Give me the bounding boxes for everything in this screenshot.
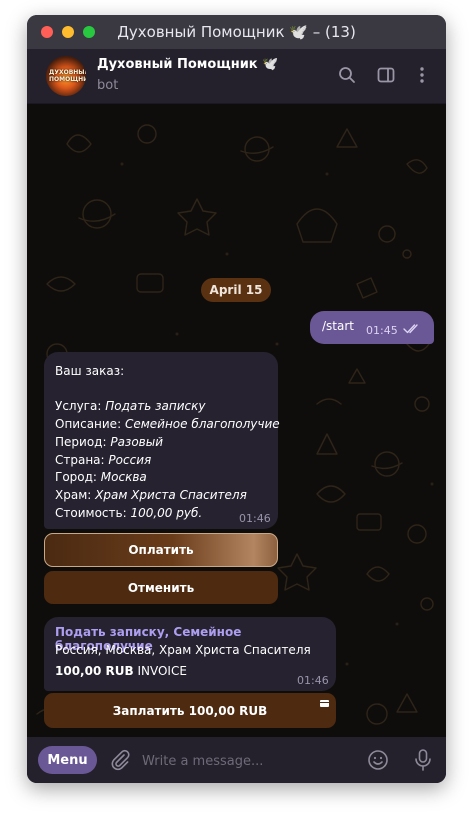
period-label: Период:: [55, 434, 107, 449]
message-time: 01:45: [366, 324, 398, 337]
credit-card-icon: [320, 700, 329, 707]
country-value: Россия: [108, 452, 152, 467]
message-input[interactable]: [140, 749, 364, 773]
avatar-logo-text: ДУХОВНЫЙ ПОМОЩНИК: [49, 69, 86, 83]
read-checkmarks-icon: [403, 324, 418, 334]
message-time: 01:46: [297, 674, 329, 687]
invoice-amount: 100,00 RUB: [55, 664, 134, 678]
telegram-window: Духовный Помощник 🕊️ – (13) ДУХОВНЫЙ ПОМ…: [27, 15, 446, 783]
menu-button[interactable]: Menu: [38, 746, 97, 774]
chat-message-area[interactable]: April 15 /start 01:45 Ваш заказ: Услуга:…: [27, 104, 446, 737]
period-value: Разовый: [110, 434, 164, 449]
cost-label: Стоимость:: [55, 505, 127, 520]
pay-invoice-button[interactable]: Заплатить 100,00 RUB: [44, 693, 336, 728]
city-label: Город:: [55, 470, 97, 485]
more-vertical-icon[interactable]: [412, 65, 432, 85]
message-composer: Menu: [27, 737, 446, 783]
pay-invoice-label: Заплатить 100,00 RUB: [112, 703, 268, 718]
order-details: Ваш заказ: Услуга: Подать записку Описан…: [55, 363, 280, 522]
close-window-button[interactable]: [41, 26, 53, 38]
invoice-message[interactable]: Подать записку, Семейное благополучие Ро…: [44, 617, 336, 691]
emoji-icon[interactable]: [367, 749, 389, 771]
search-icon[interactable]: [337, 65, 357, 85]
minimize-window-button[interactable]: [62, 26, 74, 38]
description-label: Описание:: [55, 417, 122, 432]
attach-icon[interactable]: [109, 749, 131, 771]
microphone-icon[interactable]: [412, 748, 434, 772]
temple-label: Храм:: [55, 487, 92, 502]
city-value: Москва: [100, 470, 147, 485]
chat-name[interactable]: Духовный Помощник 🕊️: [97, 57, 278, 72]
outgoing-message[interactable]: /start 01:45: [310, 311, 434, 344]
date-separator: April 15: [201, 278, 271, 302]
avatar[interactable]: ДУХОВНЫЙ ПОМОЩНИК: [46, 56, 86, 96]
order-message[interactable]: Ваш заказ: Услуга: Подать записку Описан…: [44, 352, 280, 529]
cancel-button[interactable]: Отменить: [44, 571, 278, 604]
service-label: Услуга:: [55, 399, 102, 414]
maximize-window-button[interactable]: [83, 26, 95, 38]
title-bar: Духовный Помощник 🕊️ – (13): [27, 15, 446, 49]
country-label: Страна:: [55, 452, 105, 467]
sidebar-toggle-icon[interactable]: [376, 65, 396, 85]
temple-value: Храм Христа Спасителя: [95, 487, 247, 502]
description-value: Семейное благополучие: [124, 417, 280, 432]
service-value: Подать записку: [105, 399, 206, 414]
invoice-description: Россия, Москва, Храм Христа Спасителя: [55, 643, 311, 657]
pay-button[interactable]: Оплатить: [44, 533, 278, 567]
message-time: 01:46: [239, 512, 271, 525]
message-text: /start: [322, 319, 354, 333]
chat-status: bot: [97, 78, 119, 93]
invoice-type: INVOICE: [137, 664, 187, 678]
window-title: Духовный Помощник 🕊️ – (13): [117, 23, 356, 41]
order-intro: Ваш заказ:: [55, 364, 125, 378]
chat-header[interactable]: ДУХОВНЫЙ ПОМОЩНИК Духовный Помощник 🕊️ b…: [27, 49, 446, 104]
invoice-price: 100,00 RUB INVOICE: [55, 664, 187, 678]
cost-value: 100,00 руб.: [130, 505, 203, 520]
